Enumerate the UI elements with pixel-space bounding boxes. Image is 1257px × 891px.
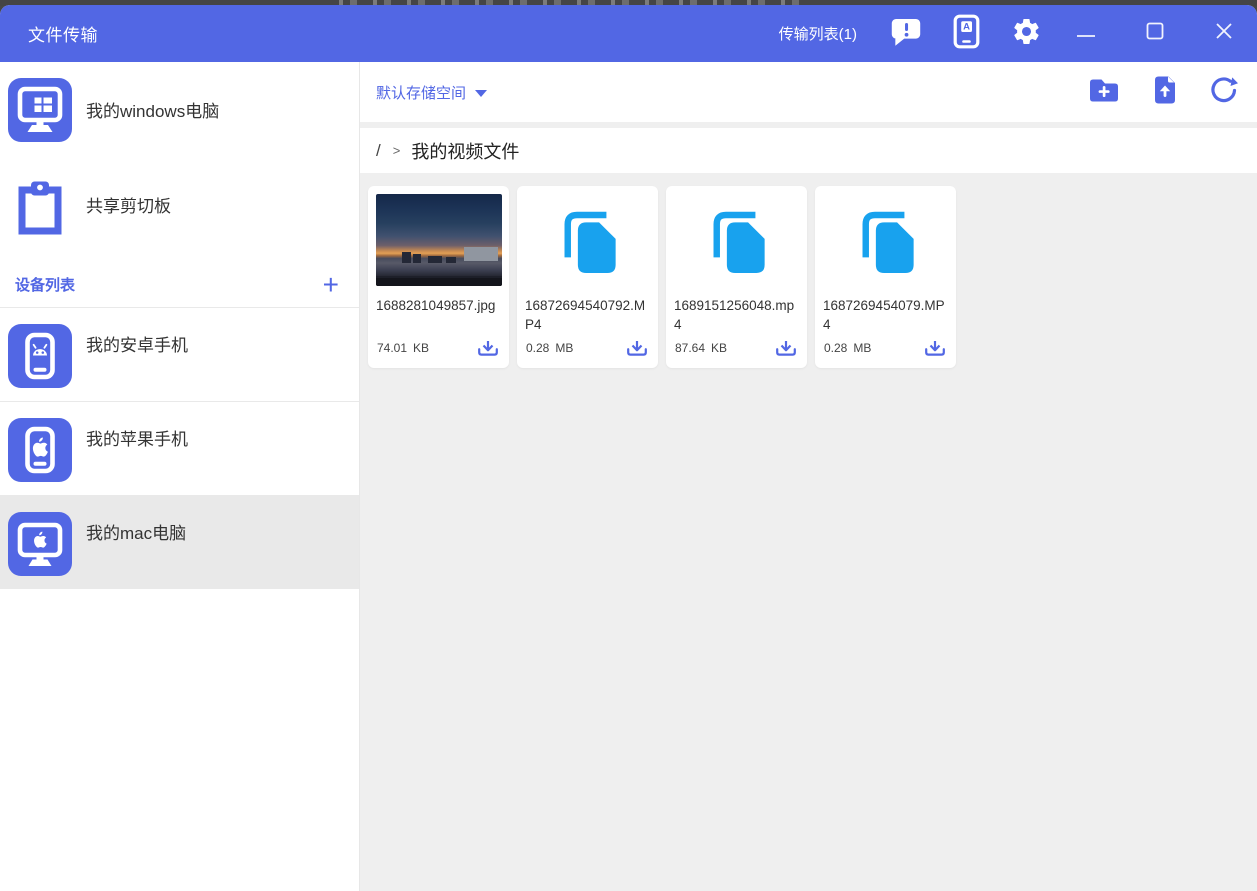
folder-add-icon	[1088, 76, 1120, 108]
maximize-button[interactable]	[1138, 17, 1172, 51]
sidebar-item-shared-clipboard[interactable]: 共享剪切板	[0, 157, 359, 252]
add-device-button[interactable]: +	[323, 270, 339, 298]
breadcrumb: / > 我的视频文件	[360, 128, 1257, 173]
file-size-unit: KB	[413, 341, 430, 355]
file-size-unit: MB	[853, 341, 872, 355]
main-panel: 默认存储空间 / > 我的视频文件 1688281049857.jpg 74.0…	[360, 62, 1257, 891]
svg-text:A: A	[963, 21, 970, 32]
minimize-button[interactable]	[1069, 17, 1103, 51]
download-icon	[776, 340, 796, 356]
file-name: 1687269454079.MP4	[823, 298, 945, 332]
storage-space-label: 默认存储空间	[376, 84, 467, 102]
device-rename-button[interactable]: A	[949, 14, 983, 54]
download-icon	[478, 340, 498, 356]
file-size: 0.28	[824, 341, 848, 355]
download-button[interactable]	[625, 338, 649, 358]
close-button[interactable]	[1207, 17, 1241, 51]
image-thumbnail	[375, 194, 502, 286]
file-card[interactable]: 1689151256048.mp4 87.64 KB	[666, 186, 807, 368]
upload-file-button[interactable]	[1147, 75, 1181, 109]
device-list-header: 设备列表 +	[0, 252, 359, 307]
file-transfer-window: 文件传输 传输列表(1) A 我的windows电脑 共享剪切板 设备列表 + …	[0, 5, 1257, 891]
file-size: 87.64	[675, 341, 706, 355]
download-button[interactable]	[923, 338, 947, 358]
video-file-icon	[702, 202, 772, 279]
mac-computer-icon	[8, 512, 72, 576]
sidebar: 我的windows电脑 共享剪切板 设备列表 + 我的安卓手机 我的苹果手机 我…	[0, 62, 360, 891]
sidebar-item-label: 我的安卓手机	[86, 336, 188, 355]
video-file-icon	[553, 202, 623, 279]
file-card[interactable]: 1688281049857.jpg 74.01 KB	[368, 186, 509, 368]
sidebar-item-windows-computer[interactable]: 我的windows电脑	[0, 62, 359, 157]
windows-computer-icon	[8, 77, 72, 142]
sidebar-item-label: 我的windows电脑	[86, 102, 220, 121]
file-name: 16872694540792.MP4	[525, 298, 646, 332]
phone-a-icon: A	[953, 14, 980, 54]
refresh-icon	[1209, 75, 1239, 110]
file-size: 0.28	[526, 341, 550, 355]
maximize-icon	[1146, 22, 1164, 45]
storage-toolbar: 默认存储空间	[360, 62, 1257, 122]
clipboard-icon	[8, 173, 72, 237]
file-card[interactable]: 16872694540792.MP4 0.28 MB	[517, 186, 658, 368]
sidebar-item-apple-phone[interactable]: 我的苹果手机	[0, 401, 359, 495]
sidebar-item-android-phone[interactable]: 我的安卓手机	[0, 307, 359, 401]
settings-button[interactable]	[1009, 17, 1043, 51]
file-upload-icon	[1151, 74, 1178, 110]
breadcrumb-current-folder: 我的视频文件	[411, 141, 520, 162]
sidebar-item-mac-computer[interactable]: 我的mac电脑	[0, 495, 359, 589]
file-size-unit: KB	[711, 341, 728, 355]
breadcrumb-separator-icon: >	[392, 143, 401, 158]
file-card[interactable]: 1687269454079.MP4 0.28 MB	[815, 186, 956, 368]
refresh-button[interactable]	[1207, 75, 1241, 109]
device-list-title: 设备列表	[15, 277, 76, 294]
download-icon	[627, 340, 647, 356]
chevron-down-icon	[475, 89, 488, 97]
file-grid: 1688281049857.jpg 74.01 KB 1687269454079…	[360, 173, 1257, 891]
gear-icon	[1011, 16, 1042, 52]
transfer-list-button[interactable]: 传输列表(1)	[779, 23, 857, 44]
close-icon	[1215, 22, 1233, 45]
file-name: 1689151256048.mp4	[674, 298, 795, 332]
breadcrumb-root[interactable]: /	[376, 141, 381, 161]
download-button[interactable]	[774, 338, 798, 358]
titlebar: 文件传输 传输列表(1) A	[0, 5, 1257, 62]
feedback-button[interactable]	[889, 17, 923, 51]
sidebar-item-label: 我的苹果手机	[86, 430, 188, 449]
new-folder-button[interactable]	[1087, 75, 1121, 109]
android-phone-icon	[8, 324, 72, 388]
download-icon	[925, 340, 945, 356]
file-size: 74.01	[377, 341, 408, 355]
apple-phone-icon	[8, 418, 72, 482]
file-name: 1688281049857.jpg	[376, 298, 496, 313]
minimize-icon	[1076, 25, 1096, 43]
app-title: 文件传输	[28, 26, 98, 45]
sidebar-item-label: 共享剪切板	[86, 197, 171, 216]
download-button[interactable]	[476, 338, 500, 358]
video-file-icon	[851, 202, 921, 279]
sidebar-item-label: 我的mac电脑	[86, 524, 187, 543]
feedback-bubble-icon	[890, 16, 922, 52]
storage-space-dropdown[interactable]: 默认存储空间	[376, 82, 488, 103]
file-size-unit: MB	[555, 341, 574, 355]
